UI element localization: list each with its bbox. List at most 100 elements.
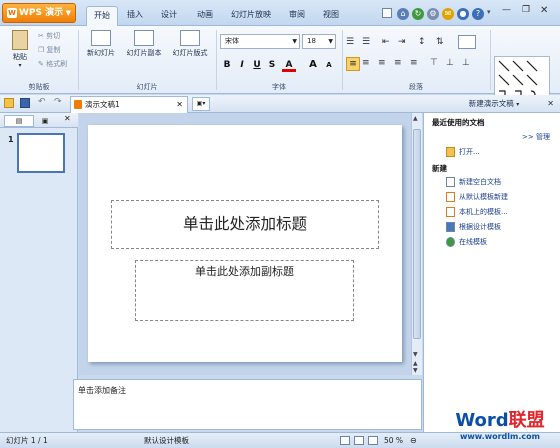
open-folder-icon[interactable] xyxy=(4,98,14,108)
account-icon[interactable]: ● xyxy=(457,8,469,20)
increase-indent-icon[interactable]: ⇥ xyxy=(398,36,412,48)
italic-button[interactable]: I xyxy=(235,58,249,72)
paragraph-group-label: 段落 xyxy=(409,83,423,91)
notes-pane[interactable]: 单击添加备注 xyxy=(73,379,422,430)
home-icon[interactable]: ⌂ xyxy=(397,8,409,20)
tab-animation[interactable]: 动画 xyxy=(190,6,220,26)
from-default-template-label: 从默认模板新建 xyxy=(459,193,508,201)
new-blank-link[interactable]: 新建空白文档 xyxy=(446,176,501,190)
chevron-down-icon: ▾ xyxy=(18,62,22,69)
new-heading: 新建 xyxy=(432,164,447,173)
manage-link[interactable]: >> 管理 xyxy=(522,132,550,142)
justify-icon[interactable]: ≡ xyxy=(394,58,402,68)
design-template-label: 根据设计模板 xyxy=(459,223,501,231)
close-pane-icon[interactable]: ✕ xyxy=(547,95,554,113)
subtitle-placeholder[interactable]: 单击此处添加副标题 xyxy=(135,260,354,321)
undo-icon[interactable]: ↶ xyxy=(38,97,46,107)
slideshow-view-icon[interactable] xyxy=(368,436,378,445)
underline-button[interactable]: U xyxy=(250,58,264,72)
scrollbar-thumb[interactable] xyxy=(413,129,421,339)
duplicate-slide-button[interactable]: 幻灯片副本 xyxy=(122,30,166,58)
help-dropdown-icon[interactable]: ▾ xyxy=(487,8,491,16)
text-direction-icon[interactable]: ⇅ xyxy=(436,36,450,48)
chevron-down-icon[interactable]: ▾ xyxy=(516,101,519,108)
online-templates-link[interactable]: 在线模板 xyxy=(446,236,487,250)
document-tab[interactable]: 演示文稿1 ✕ xyxy=(70,96,188,113)
decrease-indent-icon[interactable]: ⇤ xyxy=(382,36,396,48)
bullets-icon[interactable]: ☰ xyxy=(346,36,360,48)
previous-slide-icon[interactable]: ▲ xyxy=(413,360,418,367)
shrink-font-button[interactable]: A xyxy=(322,58,336,72)
save-icon[interactable] xyxy=(20,98,30,108)
scroll-down-icon[interactable]: ▼ xyxy=(413,351,418,358)
new-slide-label: 新幻灯片 xyxy=(87,49,115,57)
format-painter-button[interactable]: ✎ 格式刷 xyxy=(38,59,67,69)
mail-icon[interactable]: ✉ xyxy=(442,8,454,20)
from-default-template-link[interactable]: 从默认模板新建 xyxy=(446,191,508,205)
cut-label: 剪切 xyxy=(46,32,61,40)
align-left-icon[interactable]: ≡ xyxy=(346,57,360,71)
bold-button[interactable]: B xyxy=(220,58,234,72)
normal-view-icon[interactable] xyxy=(340,436,350,445)
line-spacing-icon[interactable]: ↕ xyxy=(418,36,432,48)
zoom-out-icon[interactable]: ⊖ xyxy=(410,433,417,448)
tab-review[interactable]: 审阅 xyxy=(282,6,312,26)
font-size-select[interactable]: 18 ▼ xyxy=(302,34,336,49)
tab-slideshow[interactable]: 幻灯片放映 xyxy=(226,6,276,26)
local-templates-link[interactable]: 本机上的模板... xyxy=(446,206,508,220)
next-slide-icon[interactable]: ▼ xyxy=(413,367,418,374)
numbering-icon[interactable]: ☰ xyxy=(362,36,376,48)
grow-font-button[interactable]: A xyxy=(306,58,320,72)
task-pane-title: 新建演示文稿 xyxy=(468,99,514,108)
refresh-icon[interactable]: ↻ xyxy=(412,8,424,20)
font-color-button[interactable]: A xyxy=(282,58,296,72)
panel-tabs: ▤ ▣ ✕ xyxy=(0,113,78,128)
shadow-button[interactable]: S xyxy=(265,58,279,72)
align-bottom-icon[interactable]: ⊥ xyxy=(462,58,470,68)
paste-button[interactable]: 粘贴 ▾ xyxy=(6,30,34,69)
slide-layout-icon xyxy=(180,30,200,46)
local-templates-label: 本机上的模板... xyxy=(459,208,508,216)
tab-home[interactable]: 开始 xyxy=(86,6,118,26)
copy-button[interactable]: ❐ 复制 xyxy=(38,45,61,55)
window-controls: — ❐ ✕ xyxy=(500,5,554,21)
new-slide-button[interactable]: 新幻灯片 xyxy=(82,30,120,58)
slide-thumbnail[interactable] xyxy=(17,133,65,173)
columns-icon[interactable] xyxy=(458,35,476,49)
scroll-up-icon[interactable]: ▲ xyxy=(413,115,418,122)
outline-view-tab[interactable]: ▣ xyxy=(36,115,54,127)
template-icon xyxy=(446,192,455,202)
align-right-icon[interactable]: ≡ xyxy=(378,58,386,68)
design-template-link[interactable]: 根据设计模板 xyxy=(446,221,501,235)
close-panel-icon[interactable]: ✕ xyxy=(64,114,71,123)
open-link[interactable]: 打开... xyxy=(446,146,480,160)
font-name-select[interactable]: 宋体 ▼ xyxy=(220,34,300,49)
redo-icon[interactable]: ↷ xyxy=(54,97,62,107)
clipboard-group-label: 剪贴板 xyxy=(28,83,50,91)
distribute-icon[interactable]: ≡ xyxy=(410,58,418,68)
new-tab-icon[interactable]: ▣▾ xyxy=(192,97,210,111)
cut-button[interactable]: ✂ 剪切 xyxy=(38,31,60,41)
slides-view-tab[interactable]: ▤ xyxy=(4,115,34,127)
tab-design[interactable]: 设计 xyxy=(154,6,184,26)
settings-icon[interactable]: ⚙ xyxy=(427,8,439,20)
document-tab-bar: ↶ ↷ 演示文稿1 ✕ ▣▾ 新建演示文稿 ▾ ✕ xyxy=(0,95,560,113)
copy-label: 复制 xyxy=(46,46,61,54)
tab-view[interactable]: 视图 xyxy=(316,6,346,26)
close-tab-icon[interactable]: ✕ xyxy=(176,97,183,112)
slide-layout-button[interactable]: 幻灯片版式 xyxy=(168,30,212,58)
align-top-icon[interactable]: ⊤ xyxy=(430,58,438,68)
app-menu-button[interactable]: W WPS 演示 ▼ xyxy=(2,3,76,23)
minimize-icon[interactable]: — xyxy=(502,5,511,15)
app-menu-label: WPS 演示 xyxy=(19,8,64,18)
align-middle-icon[interactable]: ⊥ xyxy=(446,58,454,68)
title-placeholder[interactable]: 单击此处添加标题 xyxy=(111,200,379,249)
new-doc-icon[interactable] xyxy=(382,8,392,18)
help-icon[interactable]: ? xyxy=(472,8,484,20)
sorter-view-icon[interactable] xyxy=(354,436,364,445)
vertical-scrollbar[interactable]: ▲ ▼ ▲ ▼ xyxy=(411,113,422,375)
close-icon[interactable]: ✕ xyxy=(540,5,548,16)
tab-insert[interactable]: 插入 xyxy=(120,6,150,26)
restore-icon[interactable]: ❐ xyxy=(522,5,530,15)
align-center-icon[interactable]: ≡ xyxy=(362,58,370,68)
